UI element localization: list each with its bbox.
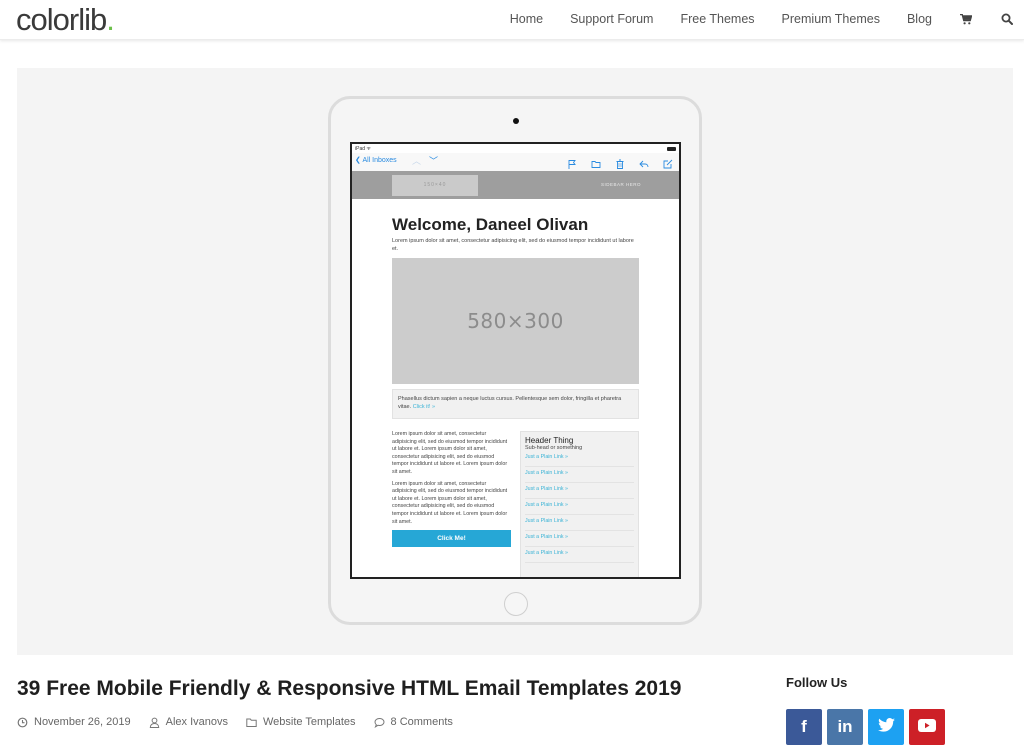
home-button xyxy=(504,592,528,616)
facebook-icon: f xyxy=(801,717,807,736)
twitter-icon xyxy=(877,717,895,737)
comment-icon xyxy=(374,717,385,728)
category-text: Website Templates xyxy=(263,716,356,728)
mail-toolbar: ❮ All Inboxes ︿ ﹀ xyxy=(352,153,679,171)
linkedin-button[interactable]: in xyxy=(827,709,863,745)
nav-free-themes[interactable]: Free Themes xyxy=(680,12,754,26)
cart-icon[interactable] xyxy=(959,12,973,26)
nav-support-forum[interactable]: Support Forum xyxy=(570,12,653,26)
plain-link[interactable]: Just a Plain Link » xyxy=(525,467,634,483)
back-label: All Inboxes xyxy=(362,157,397,164)
chevron-up-icon[interactable]: ︿ xyxy=(412,156,421,166)
email-lead: Lorem ipsum dolor sit amet, consectetur … xyxy=(392,238,634,252)
facebook-button[interactable]: f xyxy=(786,709,822,745)
chevron-left-icon: ❮ xyxy=(355,157,361,164)
site-logo[interactable]: colorlib. xyxy=(16,2,115,38)
date-text: November 26, 2019 xyxy=(34,716,131,728)
article-meta: November 26, 2019 Alex Ivanovs Website T… xyxy=(17,716,471,728)
camera-dot xyxy=(513,118,519,124)
message-nav: ︿ ﹀ xyxy=(412,154,438,167)
comments-text: 8 Comments xyxy=(390,716,453,728)
plain-link[interactable]: Just a Plain Link » xyxy=(525,515,634,531)
email-header: 150×40 SIDEBAR HERO xyxy=(352,171,679,199)
logo-dot: . xyxy=(106,2,115,37)
author-text: Alex Ivanovs xyxy=(165,716,228,728)
flag-icon[interactable] xyxy=(567,156,577,169)
reply-icon[interactable] xyxy=(639,156,649,168)
ipad-mockup: iPad ᯤ ❮ All Inboxes ︿﹀ 150×40 SIDEBAR xyxy=(328,96,702,625)
folder-icon[interactable] xyxy=(591,156,601,168)
user-icon xyxy=(149,717,160,728)
twitter-button[interactable] xyxy=(868,709,904,745)
nav-blog[interactable]: Blog xyxy=(907,12,932,26)
battery-icon xyxy=(667,147,676,151)
plain-link[interactable]: Just a Plain Link » xyxy=(525,531,634,547)
logo-text: colorlib xyxy=(16,2,107,37)
email-columns: Lorem ipsum dolor sit amet, consectetur … xyxy=(392,431,639,577)
email-left-column: Lorem ipsum dolor sit amet, consectetur … xyxy=(392,431,512,577)
plain-link[interactable]: Just a Plain Link » xyxy=(525,483,634,499)
article-title[interactable]: 39 Free Mobile Friendly & Responsive HTM… xyxy=(17,677,681,701)
plain-link[interactable]: Just a Plain Link » xyxy=(525,451,634,467)
youtube-icon xyxy=(918,717,936,737)
chevron-down-icon[interactable]: ﹀ xyxy=(429,156,438,166)
post-category[interactable]: Website Templates xyxy=(246,716,356,728)
wifi-icon: ᯤ xyxy=(366,146,371,152)
body-paragraph: Lorem ipsum dolor sit amet, consectetur … xyxy=(392,480,508,525)
mail-tools xyxy=(567,156,673,169)
nav-premium-themes[interactable]: Premium Themes xyxy=(782,12,880,26)
search-icon[interactable] xyxy=(1000,12,1014,26)
email-logo-placeholder: 150×40 xyxy=(392,175,478,196)
email-sidebar: Header Thing Sub-head or something Just … xyxy=(520,431,639,577)
clock-icon xyxy=(17,717,28,728)
email-callout: Phasellus dictum sapien a neque luctus c… xyxy=(392,389,639,419)
social-links: f in xyxy=(786,709,945,745)
youtube-button[interactable] xyxy=(909,709,945,745)
site-header: colorlib. Home Support Forum Free Themes… xyxy=(0,0,1024,40)
sidebar-hero-label: SIDEBAR HERO xyxy=(600,182,641,187)
body-paragraph: Lorem ipsum dolor sit amet, consectetur … xyxy=(392,431,508,475)
back-to-inboxes[interactable]: ❮ All Inboxes xyxy=(355,156,397,164)
sidebar-heading: Header Thing xyxy=(525,436,574,445)
post-comments[interactable]: 8 Comments xyxy=(374,716,453,728)
email-body: Welcome, Daneel Olivan Lorem ipsum dolor… xyxy=(392,199,639,577)
follow-us-heading: Follow Us xyxy=(786,675,848,690)
ios-status-bar: iPad ᯤ xyxy=(352,144,679,153)
email-heading: Welcome, Daneel Olivan xyxy=(392,215,589,234)
post-date[interactable]: November 26, 2019 xyxy=(17,716,131,728)
callout-link[interactable]: Click it! » xyxy=(413,404,435,410)
post-author[interactable]: Alex Ivanovs xyxy=(149,716,228,728)
plain-link[interactable]: Just a Plain Link » xyxy=(525,499,634,515)
trash-icon[interactable] xyxy=(615,156,625,169)
image-placeholder: 580×300 xyxy=(392,258,639,384)
plain-link[interactable]: Just a Plain Link » xyxy=(525,547,634,563)
linkedin-icon: in xyxy=(837,717,853,736)
ipad-screen: iPad ᯤ ❮ All Inboxes ︿﹀ 150×40 SIDEBAR xyxy=(350,142,681,579)
main-nav: Home Support Forum Free Themes Premium T… xyxy=(483,0,1014,38)
device-label: iPad xyxy=(355,146,366,152)
click-me-button[interactable]: Click Me! xyxy=(392,530,511,548)
compose-icon[interactable] xyxy=(663,156,673,169)
nav-home[interactable]: Home xyxy=(510,12,543,26)
folder-icon xyxy=(246,717,257,728)
featured-image: iPad ᯤ ❮ All Inboxes ︿﹀ 150×40 SIDEBAR xyxy=(17,68,1013,655)
